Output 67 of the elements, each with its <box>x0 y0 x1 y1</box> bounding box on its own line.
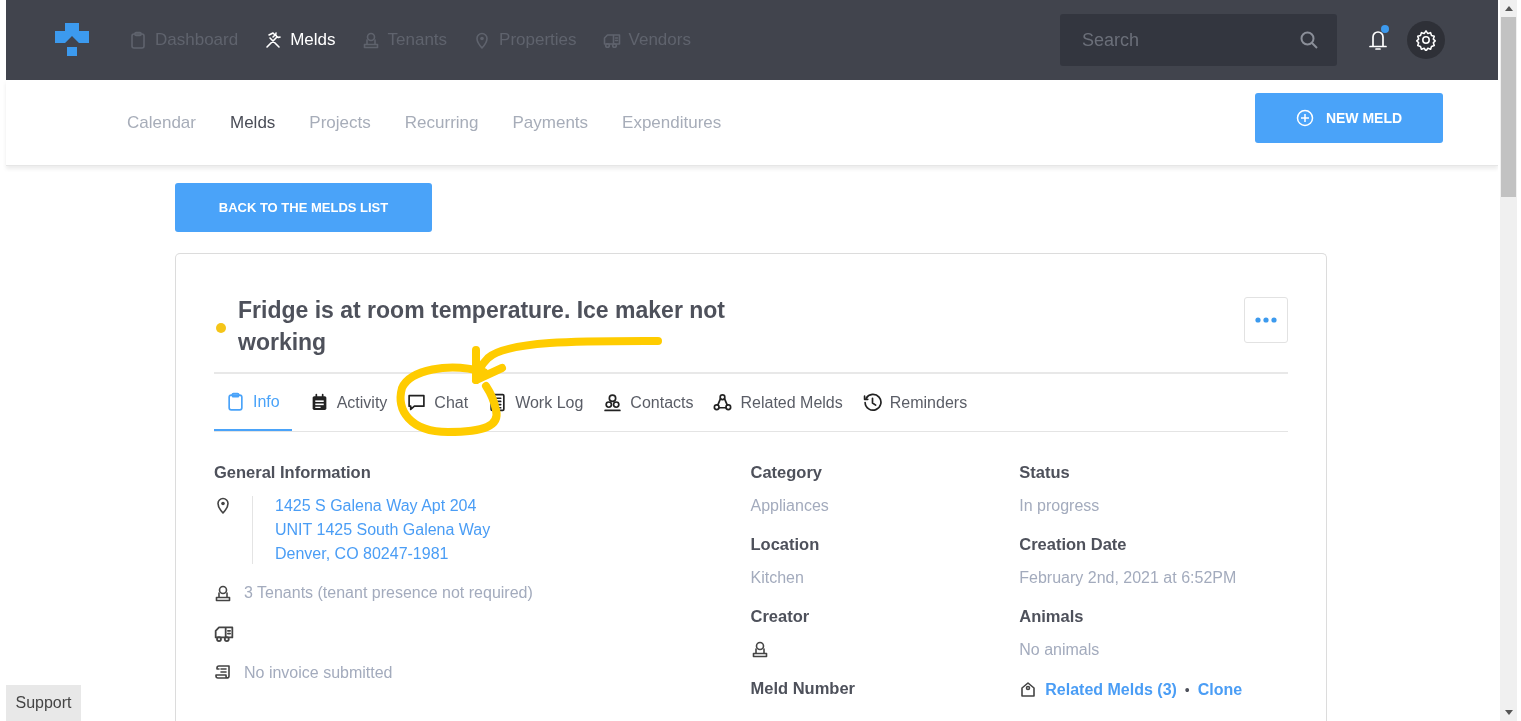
tab[interactable]: Info <box>214 374 292 431</box>
plus-circle-icon <box>1295 108 1314 127</box>
search-icon <box>1300 31 1318 49</box>
linked-circles-icon <box>713 393 733 412</box>
subnav-link[interactable]: Projects <box>309 112 371 133</box>
tenants-text: 3 Tenants (tenant presence not required) <box>244 583 533 603</box>
tab[interactable]: Reminders <box>860 374 970 431</box>
section-heading: General Information <box>214 462 372 482</box>
address-link[interactable]: UNIT 1425 South Galena Way <box>275 520 491 540</box>
scrollbar-thumb[interactable] <box>1501 17 1516 197</box>
pin-icon <box>214 496 232 514</box>
back-button[interactable]: BACK TO THE MELDS LIST <box>175 183 432 232</box>
new-meld-button[interactable]: NEW MELD <box>1255 92 1443 143</box>
field-label: Creation Date <box>1019 534 1128 554</box>
more-icon <box>1255 317 1277 323</box>
notifications-button[interactable] <box>1367 28 1389 52</box>
field-value: February 2nd, 2021 at 6:52PM <box>1019 568 1238 588</box>
related-link[interactable]: Clone <box>1197 680 1243 700</box>
truck-icon <box>602 31 621 49</box>
field-value: In progress <box>1019 496 1101 516</box>
subnav-link[interactable]: Payments <box>512 112 589 133</box>
document-list-icon <box>488 393 508 412</box>
field-value: Kitchen <box>750 568 805 588</box>
settings-button[interactable] <box>1407 21 1445 59</box>
field-value: Appliances <box>750 496 830 516</box>
subnav-link[interactable]: Calendar <box>127 112 196 133</box>
clock-icon <box>862 393 882 412</box>
person-icon <box>214 584 232 602</box>
field-value: No animals <box>1019 640 1101 660</box>
clipboard-icon <box>129 31 147 49</box>
field-label: Status <box>1019 462 1071 482</box>
clipboard-icon <box>226 392 245 411</box>
chat-bubble-icon <box>407 393 427 412</box>
settings-icon <box>1415 29 1437 51</box>
address-link[interactable]: 1425 S Galena Way Apt 204 <box>275 496 491 516</box>
person-icon <box>750 640 769 658</box>
tab[interactable]: Work Log <box>486 374 586 431</box>
subnav-link[interactable]: Expenditures <box>622 112 722 133</box>
meld-title: Fridge is at room temperature. Ice maker not working <box>238 296 726 357</box>
tag-icon <box>1019 681 1038 699</box>
address-link[interactable]: Denver, CO 80247-1981 <box>275 544 491 564</box>
field-label: Creator <box>750 606 811 626</box>
subnav-link[interactable]: Recurring <box>404 112 479 133</box>
field-label: Category <box>750 462 824 482</box>
tab[interactable]: Chat <box>405 374 471 431</box>
person-icon <box>361 31 380 49</box>
hammer-wrench-icon <box>264 31 283 49</box>
more-button[interactable] <box>1244 297 1288 343</box>
field-label: Meld Number <box>750 678 857 698</box>
invoice-text: No invoice submitted <box>244 663 393 683</box>
support-button[interactable]: Support <box>6 685 81 721</box>
people-icon <box>603 393 623 412</box>
receipt-icon <box>214 664 232 682</box>
nav-link[interactable]: Melds <box>264 30 336 50</box>
separator-dot: • <box>1184 682 1190 698</box>
field-label: Animals <box>1019 606 1085 626</box>
bell-icon <box>1367 28 1389 52</box>
tab[interactable]: Contacts <box>601 374 696 431</box>
status-dot <box>216 323 226 333</box>
tab[interactable]: Activity <box>307 374 390 431</box>
logo-icon[interactable] <box>55 23 89 57</box>
scrollbar[interactable] <box>1500 0 1517 721</box>
related-link[interactable]: Related Melds (3) <box>1045 680 1177 700</box>
field-label: Location <box>750 534 821 554</box>
search-field[interactable]: Search <box>1060 14 1337 66</box>
tab[interactable]: Related Melds <box>711 374 845 431</box>
subnav-link[interactable]: Melds <box>230 112 276 133</box>
